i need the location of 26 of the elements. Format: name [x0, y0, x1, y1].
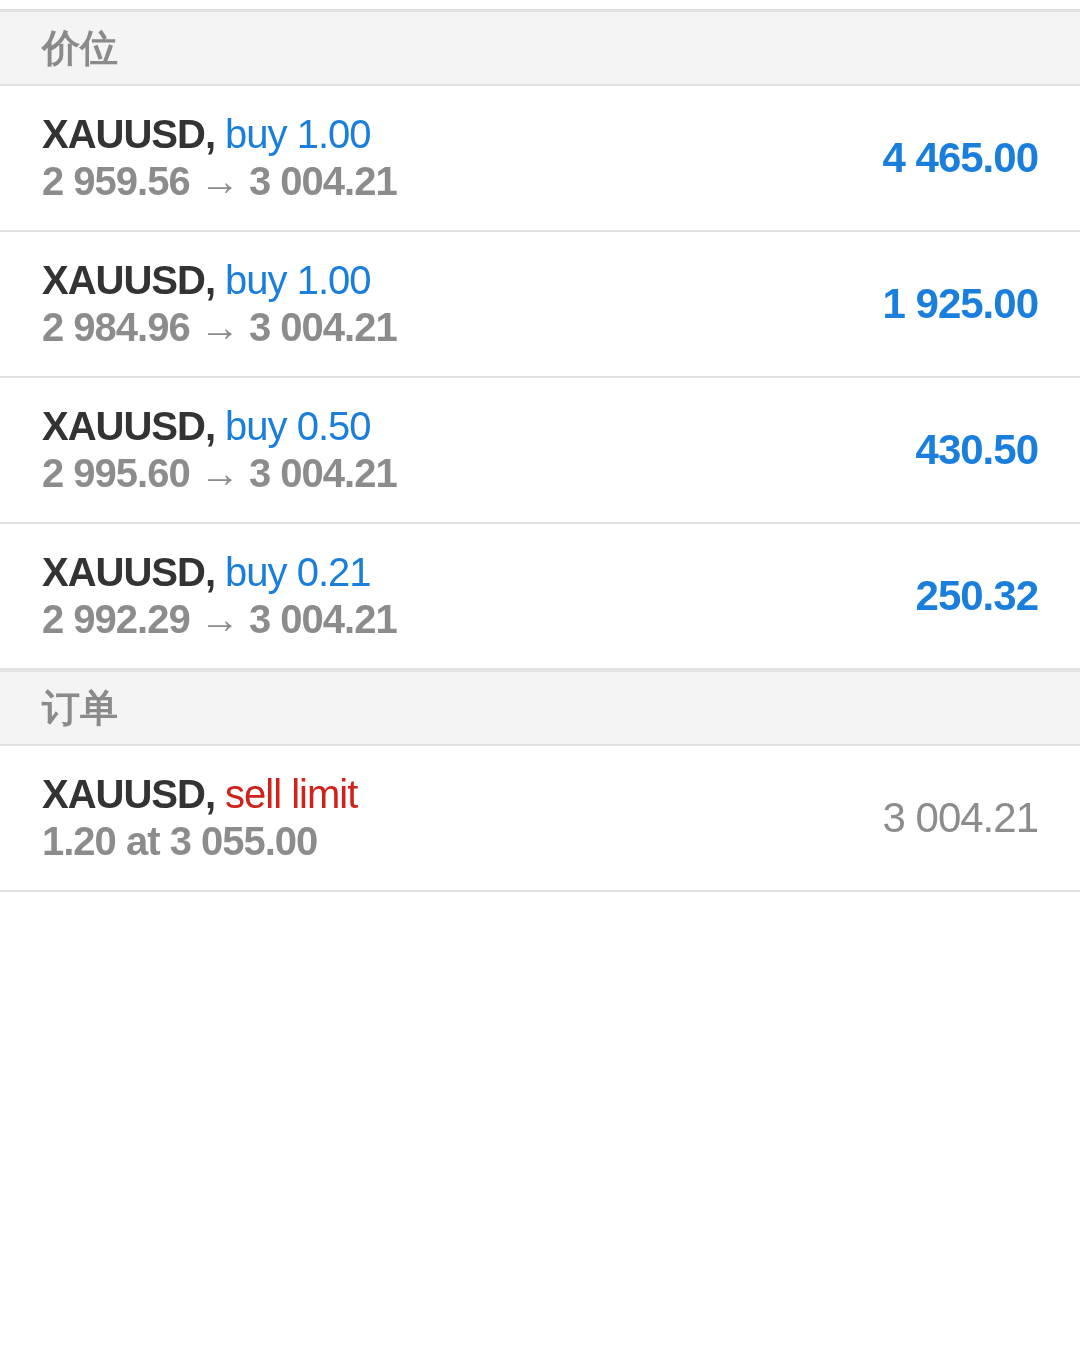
symbol-label: XAUUSD, [42, 772, 216, 817]
section-title: 订单 [42, 685, 118, 731]
trade-type: buy 1.00 [225, 112, 371, 157]
trade-row[interactable]: XAUUSD, sell limit 1.20 at 3 055.00 3 004.21 [0, 746, 1080, 892]
trade-value: 3 004.21 [882, 794, 1038, 842]
price-detail: 2 992.29 → 3 004.21 [42, 597, 397, 642]
price-detail: 2 959.56 → 3 004.21 [42, 159, 397, 204]
trade-type: buy 0.50 [225, 404, 371, 449]
trade-type: buy 1.00 [225, 258, 371, 303]
trade-row[interactable]: XAUUSD, buy 1.00 2 959.56 → 3 004.21 4 465.00 [0, 86, 1080, 232]
symbol-label: XAUUSD, [42, 112, 216, 157]
symbol-label: XAUUSD, [42, 258, 216, 303]
trade-value: 430.50 [915, 426, 1038, 474]
trade-row[interactable]: XAUUSD, buy 1.00 2 984.96 → 3 004.21 1 925.00 [0, 232, 1080, 378]
trade-value: 4 465.00 [882, 134, 1038, 182]
trade-row[interactable]: XAUUSD, buy 0.50 2 995.60 → 3 004.21 430.50 [0, 378, 1080, 524]
trade-value: 1 925.00 [882, 280, 1038, 328]
price-detail: 2 984.96 → 3 004.21 [42, 305, 397, 350]
trade-type: sell limit [225, 772, 358, 817]
price-detail: 2 995.60 → 3 004.21 [42, 451, 397, 496]
section-title: 价位 [42, 25, 118, 71]
trade-value: 250.32 [915, 572, 1038, 620]
trade-type: buy 0.21 [225, 550, 371, 595]
price-detail: 1.20 at 3 055.00 [42, 819, 319, 864]
symbol-label: XAUUSD, [42, 550, 216, 595]
symbol-label: XAUUSD, [42, 404, 216, 449]
